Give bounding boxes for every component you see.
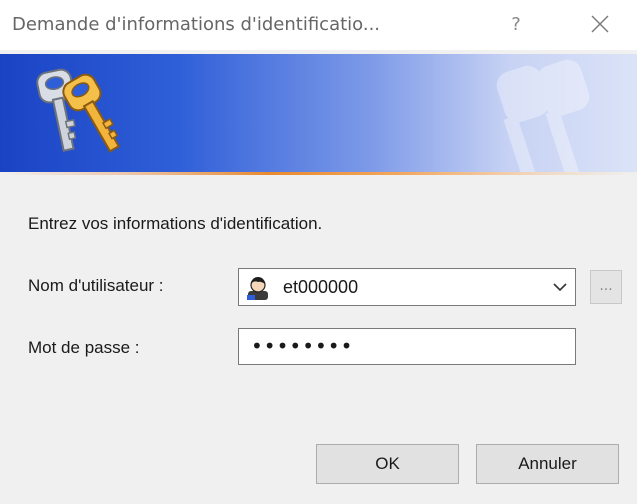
- username-combobox[interactable]: et000000: [238, 268, 576, 306]
- user-icon: [247, 277, 268, 300]
- help-button[interactable]: ?: [492, 0, 540, 48]
- instruction-text: Entrez vos informations d'identification…: [28, 214, 323, 233]
- keys-watermark-icon: [496, 59, 590, 172]
- cancel-button[interactable]: Annuler: [476, 444, 619, 484]
- password-mask: ••••••••: [251, 334, 354, 358]
- password-field[interactable]: ••••••••: [238, 328, 576, 365]
- header-banner: [0, 54, 637, 172]
- chevron-down-icon[interactable]: [553, 282, 567, 292]
- close-button[interactable]: [572, 0, 628, 48]
- banner-accent-line: [0, 172, 637, 175]
- username-value: et000000: [283, 277, 359, 297]
- username-label: Nom d'utilisateur :: [28, 276, 164, 295]
- ok-button[interactable]: OK: [316, 444, 459, 484]
- close-icon: [591, 15, 609, 33]
- keys-icon: [36, 68, 121, 153]
- title-bar: Demande d'informations d'identificatio..…: [0, 0, 637, 50]
- window-title: Demande d'informations d'identificatio..…: [12, 14, 381, 35]
- browse-button[interactable]: ...: [590, 270, 622, 304]
- password-label: Mot de passe :: [28, 338, 140, 357]
